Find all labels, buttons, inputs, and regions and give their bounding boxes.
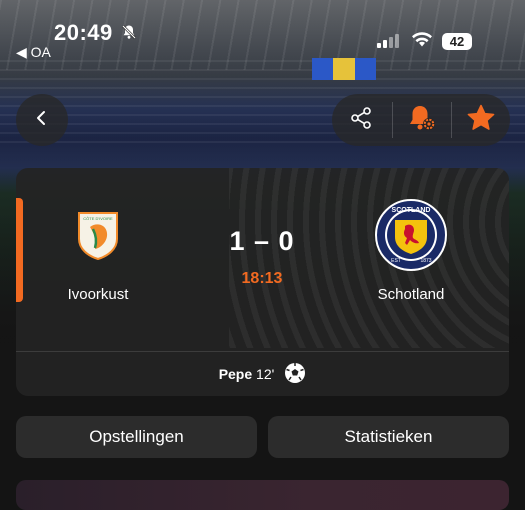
away-team-name: Schotland	[377, 286, 445, 303]
star-icon	[466, 103, 496, 138]
status-bar: 20:49 ◀ OA 42	[0, 0, 525, 60]
status-time: 20:49	[54, 20, 113, 45]
silent-bell-icon	[121, 24, 137, 44]
home-team-crest: CÔTE D'IVOIRE	[18, 198, 178, 272]
away-team[interactable]: SCOTLAND EST 1873 Schotland	[331, 198, 491, 303]
cellular-signal-icon	[377, 34, 399, 48]
bell-gear-icon	[407, 103, 437, 138]
scorer-minute: 12'	[256, 366, 275, 382]
back-button[interactable]	[16, 94, 68, 146]
home-team-name: Ivoorkust	[67, 286, 129, 303]
svg-text:1873: 1873	[420, 258, 431, 264]
chevron-left-icon	[33, 109, 51, 132]
back-to-app-link[interactable]: ◀ OA	[16, 44, 51, 61]
match-clock: 18:13	[241, 270, 283, 287]
statistics-button[interactable]: Statistieken	[268, 416, 509, 458]
scorer-name: Pepe	[218, 366, 253, 382]
share-button[interactable]	[332, 94, 390, 146]
home-team[interactable]: CÔTE D'IVOIRE Ivoorkust	[18, 198, 178, 303]
soccer-ball-icon	[284, 362, 306, 387]
wifi-icon	[411, 30, 433, 53]
next-section-card[interactable]	[16, 480, 509, 510]
lineups-button[interactable]: Opstellingen	[16, 416, 257, 458]
goal-event: Pepe 12'	[16, 352, 509, 396]
match-actions	[332, 94, 510, 146]
notifications-button[interactable]	[393, 94, 451, 146]
share-icon	[349, 106, 373, 135]
svg-text:EST: EST	[391, 258, 401, 264]
favorite-button[interactable]	[452, 94, 510, 146]
battery-indicator: 42	[442, 33, 472, 50]
match-score: 1 – 0	[229, 226, 295, 256]
svg-text:CÔTE D'IVOIRE: CÔTE D'IVOIRE	[83, 216, 113, 221]
svg-text:SCOTLAND: SCOTLAND	[392, 207, 431, 214]
stadium-screen	[312, 58, 376, 80]
away-team-crest: SCOTLAND EST 1873	[331, 198, 491, 272]
match-card[interactable]: CÔTE D'IVOIRE Ivoorkust 1 – 0 18:13 SCOT…	[16, 168, 509, 396]
